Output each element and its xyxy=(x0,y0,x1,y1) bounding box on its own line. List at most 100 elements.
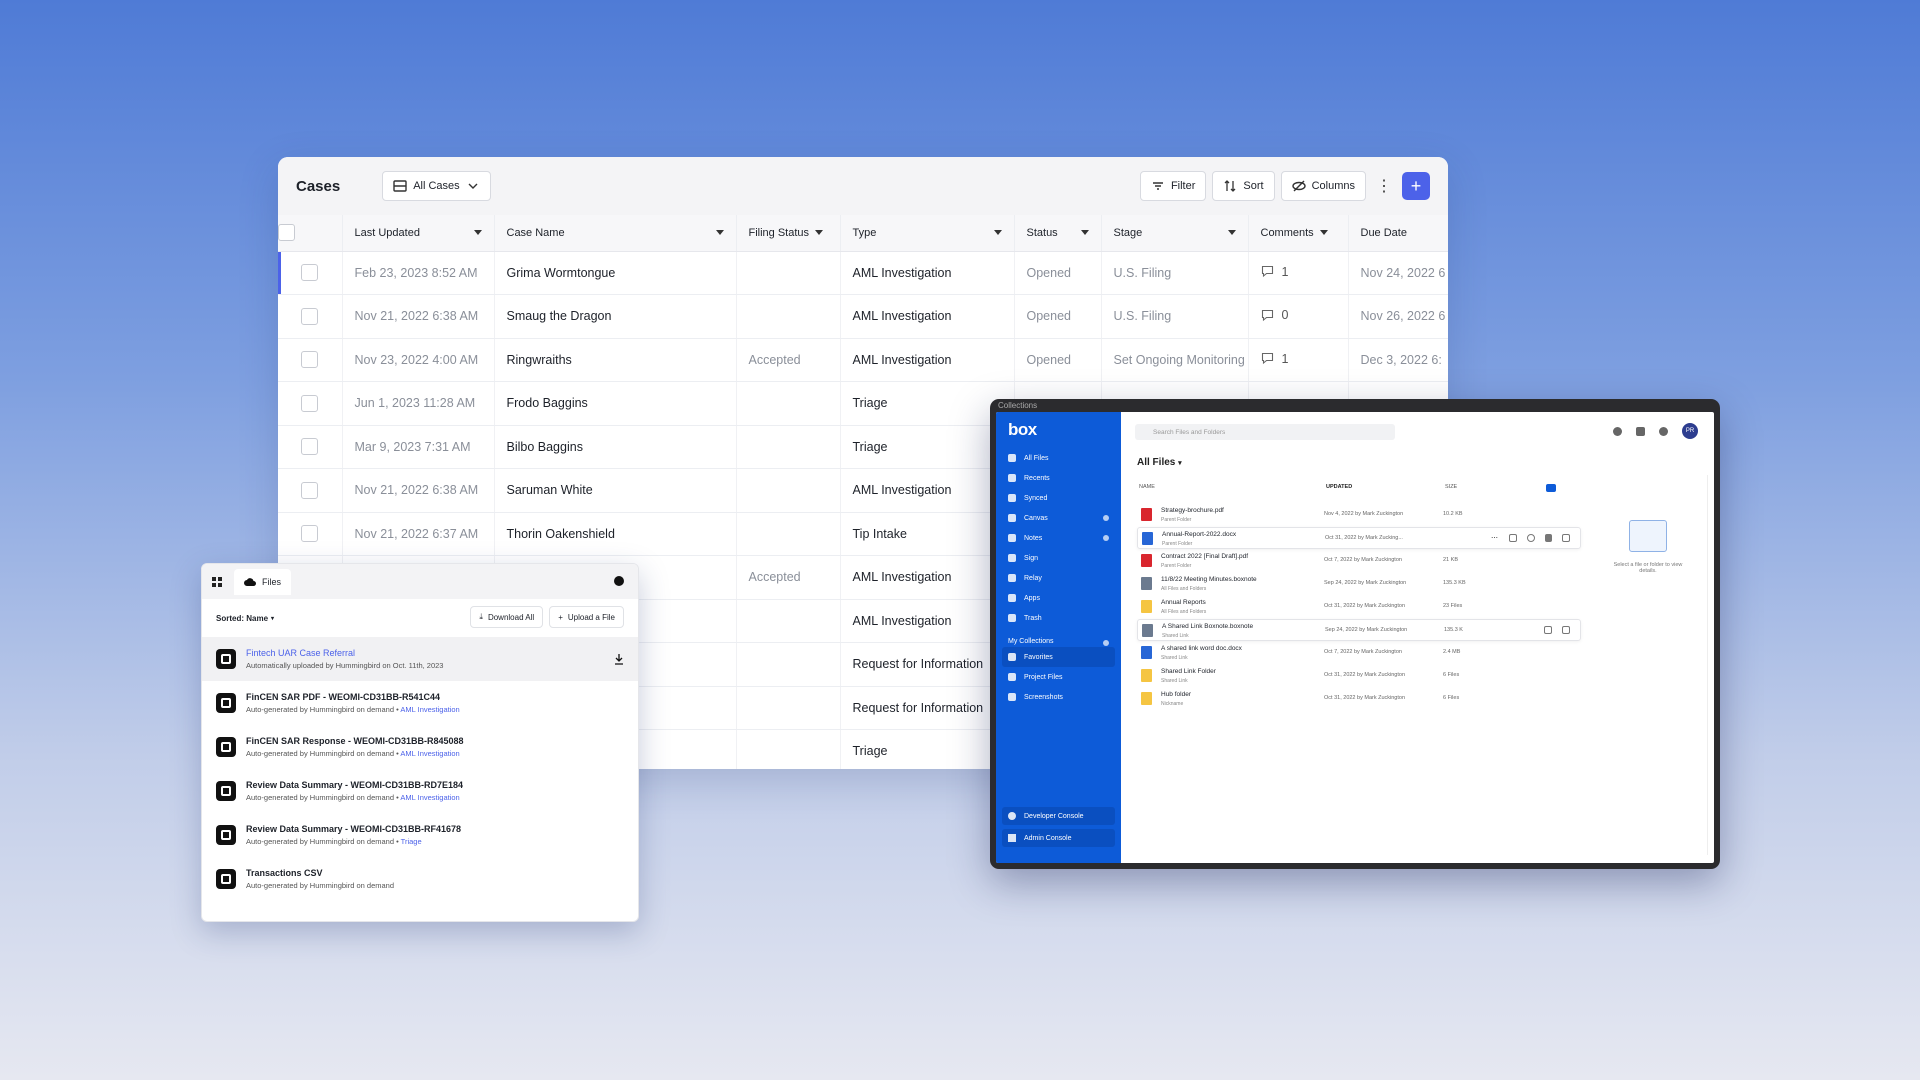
bell-icon[interactable] xyxy=(1659,426,1668,436)
filter-button[interactable]: Filter xyxy=(1139,171,1207,201)
updated-column-header[interactable]: UPDATED xyxy=(1326,484,1352,490)
select-all-checkbox[interactable] xyxy=(278,224,295,242)
page-title[interactable]: All Files ▾ xyxy=(1137,457,1182,468)
download-all-button[interactable]: ⤓ Download All xyxy=(470,606,544,628)
view-selector[interactable]: All Cases xyxy=(382,171,491,201)
case-type-link[interactable]: AML Investigation xyxy=(400,705,459,714)
file-name[interactable]: A Shared Link Boxnote.boxnote xyxy=(1162,623,1253,630)
list-item[interactable]: FinCEN SAR Response - WEOMI-CD31BB-R8450… xyxy=(202,725,638,769)
list-item[interactable]: Transactions CSV Auto-generated by Hummin… xyxy=(202,857,638,901)
row-checkbox-cell[interactable] xyxy=(278,294,343,339)
sort-button[interactable]: Sort xyxy=(1212,171,1275,201)
select-all-checkbox-cell[interactable] xyxy=(278,215,343,252)
file-row[interactable]: Annual-Report-2022.docx Parent Folder Oct … xyxy=(1137,527,1581,549)
search-input[interactable]: Search Files and Folders xyxy=(1135,424,1395,440)
more-options-icon[interactable]: ⋮ xyxy=(1372,171,1396,201)
download-icon[interactable] xyxy=(614,653,624,665)
row-checkbox[interactable] xyxy=(301,525,319,543)
row-checkbox[interactable] xyxy=(301,264,319,282)
close-icon[interactable] xyxy=(614,576,624,586)
sidebar-item-canvas[interactable]: Canvas xyxy=(996,508,1121,528)
file-name[interactable]: Fintech UAR Case Referral xyxy=(246,648,443,658)
sidebar-item-sign[interactable]: Sign xyxy=(996,548,1121,568)
column-header-due-date[interactable]: Due Date xyxy=(1348,215,1448,252)
row-checkbox[interactable] xyxy=(301,351,319,369)
collection-add-icon[interactable] xyxy=(1509,534,1517,542)
list-item[interactable]: Review Data Summary - WEOMI-CD31BB-RD7E1… xyxy=(202,769,638,813)
add-collection-icon[interactable] xyxy=(1103,640,1109,646)
file-row[interactable]: A shared link word doc.docx Shared Link Oc… xyxy=(1137,642,1581,664)
file-name[interactable]: A shared link word doc.docx xyxy=(1161,645,1242,652)
list-item[interactable]: FinCEN SAR PDF - WEOMI-CD31BB-R541C44 Aut… xyxy=(202,681,638,725)
row-checkbox[interactable] xyxy=(301,307,319,325)
sidebar-item-project-files[interactable]: Project Files xyxy=(996,667,1121,687)
file-row[interactable]: Strategy-brochure.pdf Parent Folder Nov 4,… xyxy=(1137,504,1581,526)
file-row[interactable]: Contract 2022 [Final Draft].pdf Parent Fo… xyxy=(1137,550,1581,572)
column-header-type[interactable]: Type xyxy=(840,215,1015,252)
row-checkbox[interactable] xyxy=(301,438,319,456)
file-row[interactable]: A Shared Link Boxnote.boxnote Shared Link… xyxy=(1137,619,1581,641)
case-type-link[interactable]: AML Investigation xyxy=(400,749,459,758)
tab-files[interactable]: Files xyxy=(234,568,292,595)
more-icon[interactable]: ⋯ xyxy=(1491,534,1499,542)
file-row[interactable]: Shared Link Folder Shared Link Oct 31, 202… xyxy=(1137,665,1581,687)
help-icon[interactable] xyxy=(1613,426,1622,436)
file-name[interactable]: Hub folder xyxy=(1161,691,1191,698)
avatar[interactable]: PR xyxy=(1682,423,1698,439)
list-item[interactable]: Review Data Summary - WEOMI-CD31BB-RF416… xyxy=(202,813,638,857)
sidebar-item-apps[interactable]: Apps xyxy=(996,588,1121,608)
select-checkbox[interactable] xyxy=(1562,534,1570,542)
grid-icon[interactable] xyxy=(212,576,222,587)
file-name[interactable]: Annual-Report-2022.docx xyxy=(1162,531,1236,538)
add-icon[interactable] xyxy=(1103,515,1109,521)
row-checkbox[interactable] xyxy=(301,481,319,499)
sidebar-item-notes[interactable]: Notes xyxy=(996,528,1121,548)
tasks-icon[interactable] xyxy=(1636,426,1645,436)
row-checkbox-cell[interactable] xyxy=(278,251,343,295)
file-row[interactable]: 11/8/22 Meeting Minutes.boxnote All Files… xyxy=(1137,573,1581,595)
size-column-header[interactable]: SIZE xyxy=(1445,484,1457,490)
file-name[interactable]: 11/8/22 Meeting Minutes.boxnote xyxy=(1161,576,1257,583)
select-checkbox[interactable] xyxy=(1562,626,1570,634)
developer-console-link[interactable]: Developer Console xyxy=(1002,807,1115,825)
admin-console-link[interactable]: Admin Console xyxy=(1002,829,1115,847)
sidebar-item-recents[interactable]: Recents xyxy=(996,468,1121,488)
list-view-icon[interactable] xyxy=(1546,484,1556,492)
row-checkbox-cell[interactable] xyxy=(278,381,343,426)
column-header-filing-status[interactable]: Filing Status xyxy=(736,215,841,252)
add-case-button[interactable]: + xyxy=(1402,172,1430,200)
column-header-comments[interactable]: Comments xyxy=(1248,215,1349,252)
file-name[interactable]: Strategy-brochure.pdf xyxy=(1161,507,1224,514)
row-checkbox-cell[interactable] xyxy=(278,468,343,513)
column-header-last-updated[interactable]: Last Updated xyxy=(342,215,495,252)
share-icon[interactable] xyxy=(1545,534,1552,542)
case-type-link[interactable]: Triage xyxy=(401,837,422,846)
sidebar-item-favorites[interactable]: Favorites xyxy=(1002,647,1115,667)
row-checkbox-cell[interactable] xyxy=(278,512,343,556)
name-column-header[interactable]: NAME xyxy=(1139,484,1155,490)
sidebar-item-trash[interactable]: Trash xyxy=(996,608,1121,628)
sidebar-item-synced[interactable]: Synced xyxy=(996,488,1121,508)
column-header-stage[interactable]: Stage xyxy=(1101,215,1249,252)
row-checkbox-cell[interactable] xyxy=(278,338,343,382)
file-name[interactable]: Contract 2022 [Final Draft].pdf xyxy=(1161,553,1248,560)
add-icon[interactable] xyxy=(1103,535,1109,541)
case-type-link[interactable]: AML Investigation xyxy=(400,793,459,802)
row-checkbox-cell[interactable] xyxy=(278,425,343,469)
file-name[interactable]: Annual Reports xyxy=(1161,599,1206,606)
columns-button[interactable]: Columns xyxy=(1280,171,1366,201)
sidebar-item-all-files[interactable]: All Files xyxy=(996,448,1121,468)
column-header-case-name[interactable]: Case Name xyxy=(494,215,737,252)
file-name[interactable]: Shared Link Folder xyxy=(1161,668,1216,675)
collection-add-icon[interactable] xyxy=(1544,626,1552,634)
file-row[interactable]: Annual Reports All Files and Folders Oct 3… xyxy=(1137,596,1581,618)
table-row[interactable]: Feb 23, 2023 8:52 AM Grima Wormtongue AML … xyxy=(278,251,1448,295)
list-item[interactable]: Fintech UAR Case Referral Automatically u… xyxy=(202,637,638,681)
sort-dropdown[interactable]: Sorted: Name xyxy=(216,614,268,623)
column-header-status[interactable]: Status xyxy=(1014,215,1102,252)
table-row[interactable]: Nov 21, 2022 6:38 AM Smaug the Dragon AML … xyxy=(278,294,1448,339)
link-icon[interactable] xyxy=(1527,534,1535,542)
sidebar-item-relay[interactable]: Relay xyxy=(996,568,1121,588)
file-row[interactable]: Hub folder Nickname Oct 31, 2022 by Mark Z… xyxy=(1137,688,1581,710)
upload-file-button[interactable]: + Upload a File xyxy=(549,606,624,628)
